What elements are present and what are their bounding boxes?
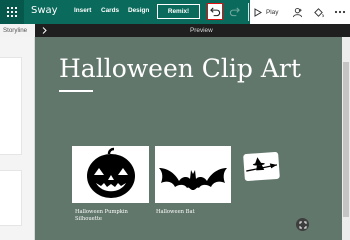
title-underline: [59, 90, 93, 92]
storyline-card[interactable]: [0, 170, 22, 226]
remix-label: Remix!: [167, 8, 190, 15]
preview-label: Preview: [190, 27, 213, 34]
play-icon: [254, 7, 262, 17]
design-settings-button[interactable]: [310, 4, 326, 20]
page-title: Halloween Clip Art: [59, 54, 301, 83]
app-launcher-button[interactable]: [0, 0, 24, 24]
redo-icon: [229, 7, 240, 17]
undo-button[interactable]: [207, 3, 223, 20]
scrollbar-thumb[interactable]: [343, 62, 349, 217]
storyline-card[interactable]: [0, 57, 22, 155]
storyline-panel: [0, 37, 35, 240]
top-toolbar: Sway Insert Cards Design Remix! Play: [0, 0, 350, 24]
pumpkin-silhouette-icon: [87, 147, 135, 198]
menu-cards[interactable]: Cards: [101, 7, 119, 14]
pumpkin-image[interactable]: [72, 146, 149, 203]
remix-button[interactable]: Remix!: [157, 4, 200, 19]
app-name[interactable]: Sway: [31, 5, 58, 16]
vertical-scrollbar[interactable]: [342, 37, 350, 240]
redo-button[interactable]: [227, 4, 241, 19]
expand-image-button[interactable]: [296, 218, 309, 231]
image-caption: Halloween Pumpkin Silhouette: [75, 209, 128, 222]
play-button[interactable]: Play: [254, 4, 278, 20]
witch-image[interactable]: [243, 151, 280, 182]
preview-canvas: Halloween Clip Art Halloween Pumpkin Sil…: [35, 37, 342, 240]
play-label: Play: [266, 8, 279, 16]
share-button[interactable]: [289, 4, 305, 20]
undo-icon: [209, 7, 220, 17]
more-icon: [334, 10, 346, 14]
sway-app: Sway Insert Cards Design Remix! Play Sto…: [0, 0, 350, 240]
bat-image[interactable]: [155, 146, 231, 203]
menu-design[interactable]: Design: [128, 7, 149, 14]
paint-bucket-icon: [313, 7, 324, 17]
expand-icon: [299, 221, 306, 228]
person-icon: [292, 7, 302, 17]
chevron-right-icon: [42, 27, 47, 34]
waffle-icon: [7, 7, 17, 17]
toggle-storyline-button[interactable]: [38, 24, 50, 37]
toolbar-divider: [248, 3, 249, 21]
more-options-button[interactable]: [332, 4, 348, 20]
menu-insert[interactable]: Insert: [74, 7, 91, 14]
storyline-tab[interactable]: Storyline: [0, 24, 35, 37]
witch-silhouette-icon: [246, 157, 278, 173]
bat-silhouette-icon: [159, 168, 227, 190]
preview-header-bar: Storyline Preview: [0, 24, 350, 37]
image-caption: Halloween Bat: [156, 209, 195, 215]
